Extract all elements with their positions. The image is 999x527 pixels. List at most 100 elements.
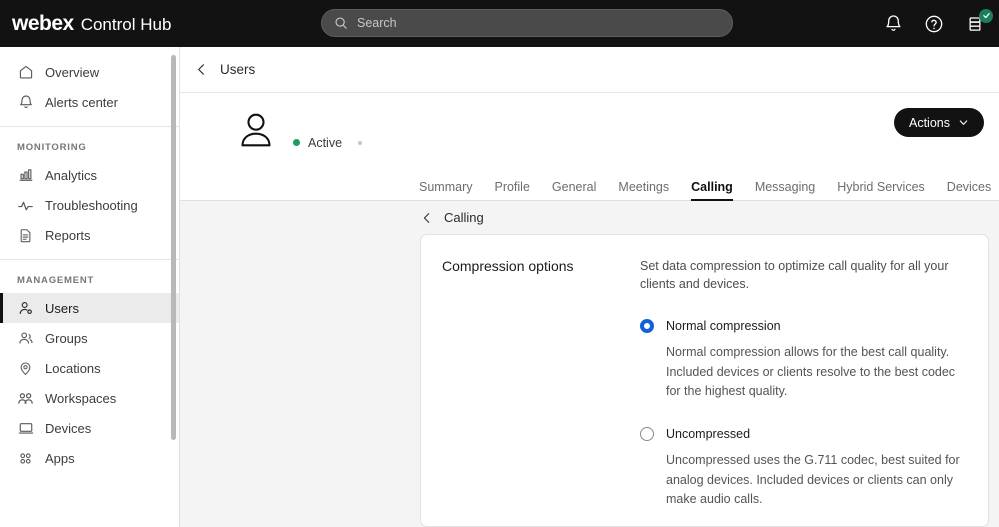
status-label: Active	[308, 135, 343, 150]
product-name: Control Hub	[80, 14, 172, 34]
radio-help-uncompressed: Uncompressed uses the G.711 codec, best …	[666, 453, 960, 507]
status-badge: Active	[293, 135, 363, 150]
tab-devices[interactable]: Devices	[947, 180, 991, 200]
actions-button[interactable]: Actions	[894, 108, 984, 137]
section-back-button[interactable]	[420, 211, 434, 225]
device-icon	[17, 420, 34, 437]
apps-grid-icon	[17, 450, 34, 467]
tab-summary[interactable]: Summary	[419, 180, 472, 200]
avatar	[235, 109, 277, 151]
sidebar-item-label: Reports	[45, 227, 91, 243]
sidebar-item-label: Alerts center	[45, 94, 118, 110]
profile-header: Active Actions	[180, 93, 999, 166]
help-button[interactable]	[922, 12, 946, 36]
sidebar-section-management-label: MANAGEMENT	[17, 275, 95, 286]
sidebar-scroll-area: Overview Alerts center MONITORING Analyt…	[0, 47, 179, 527]
app-window: webex Control Hub Search Overview Alerts…	[0, 0, 999, 527]
sidebar-group-primary: Overview Alerts center	[0, 57, 179, 117]
bell-icon	[885, 15, 901, 31]
tab-messaging[interactable]: Messaging	[755, 180, 815, 200]
group-icon	[17, 330, 34, 347]
system-status-button[interactable]	[963, 8, 993, 36]
radio-label: Normal compression	[666, 319, 781, 334]
tab-general[interactable]: General	[552, 180, 596, 200]
search-icon	[335, 17, 347, 29]
chevron-left-icon	[198, 64, 204, 75]
breadcrumb: Users	[180, 47, 999, 93]
sidebar-item-troubleshooting[interactable]: Troubleshooting	[0, 190, 179, 220]
section-title: Calling	[444, 210, 484, 225]
brand-name: webex	[12, 11, 74, 35]
sidebar-item-locations[interactable]: Locations	[0, 353, 179, 383]
radio-icon-unselected[interactable]	[640, 427, 654, 442]
tab-profile[interactable]: Profile	[494, 180, 529, 200]
home-icon	[17, 64, 34, 81]
tab-hybrid-services[interactable]: Hybrid Services	[837, 180, 925, 200]
status-dot-icon	[293, 139, 300, 146]
sidebar-group-monitoring: MONITORING Analytics Troubleshooting Rep…	[0, 126, 179, 250]
sidebar-item-label: Locations	[45, 360, 101, 376]
search-input[interactable]: Search	[321, 9, 733, 37]
sidebar-item-analytics[interactable]: Analytics	[0, 160, 179, 190]
content-area: Compression options Set data compression…	[180, 234, 999, 527]
person-avatar-icon	[241, 113, 271, 146]
sidebar-item-reports[interactable]: Reports	[0, 220, 179, 250]
radio-option-uncompressed[interactable]: Uncompressed	[640, 427, 966, 442]
document-icon	[17, 227, 34, 244]
sidebar-item-label: Users	[45, 300, 79, 316]
sidebar-item-label: Devices	[45, 420, 92, 436]
card-body: Set data compression to optimize call qu…	[640, 257, 966, 526]
radio-help-normal-compression: Normal compression allows for the best c…	[666, 345, 956, 398]
sidebar-section-monitoring-label: MONITORING	[17, 142, 87, 153]
sidebar-item-devices[interactable]: Devices	[0, 413, 179, 443]
search-placeholder: Search	[357, 16, 397, 30]
sidebar-item-label: Troubleshooting	[45, 197, 138, 213]
tab-bar: Summary Profile General Meetings Calling…	[180, 166, 999, 201]
check-icon	[982, 12, 990, 19]
section-subheader: Calling	[180, 201, 999, 234]
sidebar-item-users[interactable]: Users	[0, 293, 179, 323]
radio-icon-selected[interactable]	[640, 319, 654, 334]
notifications-button[interactable]	[881, 12, 905, 36]
sidebar-item-workspaces[interactable]: Workspaces	[0, 383, 179, 413]
top-bar: webex Control Hub Search	[0, 0, 999, 47]
pulse-icon	[17, 197, 34, 214]
sidebar-item-label: Overview	[45, 64, 100, 80]
body-row: Overview Alerts center MONITORING Analyt…	[0, 47, 999, 527]
sidebar-scrollbar[interactable]	[171, 55, 176, 519]
sidebar-group-management: MANAGEMENT Users Groups Locations Worksp…	[0, 259, 179, 473]
sidebar: Overview Alerts center MONITORING Analyt…	[0, 47, 180, 527]
radio-label: Uncompressed	[666, 427, 751, 442]
chevron-left-icon	[423, 212, 430, 223]
sidebar-item-label: Groups	[45, 330, 88, 346]
sidebar-item-apps[interactable]: Apps	[0, 443, 179, 473]
card-title: Compression options	[442, 258, 574, 274]
sidebar-scrollbar-thumb[interactable]	[171, 55, 176, 441]
status-ok-badge	[979, 8, 993, 23]
help-circle-icon	[925, 15, 943, 32]
tab-calling[interactable]: Calling	[691, 180, 733, 201]
compression-options-card: Compression options Set data compression…	[420, 234, 989, 527]
chevron-down-icon	[959, 120, 968, 125]
workspaces-icon	[17, 390, 34, 407]
main-content: Users Active Actions Summary Profile Gen…	[180, 47, 999, 527]
bell-icon	[17, 94, 34, 111]
sidebar-item-overview[interactable]: Overview	[0, 57, 179, 87]
back-button[interactable]	[194, 62, 209, 77]
brand-logo[interactable]: webex Control Hub	[0, 12, 171, 36]
radio-option-normal-compression[interactable]: Normal compression	[640, 319, 966, 334]
breadcrumb-label[interactable]: Users	[220, 62, 255, 77]
sidebar-item-groups[interactable]: Groups	[0, 323, 179, 353]
separator-dot-icon	[358, 140, 363, 145]
card-description: Set data compression to optimize call qu…	[640, 259, 949, 292]
sidebar-item-alerts-center[interactable]: Alerts center	[0, 87, 179, 117]
sidebar-item-label: Apps	[45, 450, 75, 466]
bar-chart-icon	[17, 167, 34, 184]
topbar-icon-group	[881, 0, 993, 47]
location-pin-icon	[17, 360, 34, 377]
sidebar-item-label: Workspaces	[45, 390, 117, 406]
actions-button-label: Actions	[909, 115, 950, 130]
user-gear-icon	[17, 300, 34, 317]
tab-meetings[interactable]: Meetings	[618, 180, 669, 200]
sidebar-item-label: Analytics	[45, 167, 98, 183]
